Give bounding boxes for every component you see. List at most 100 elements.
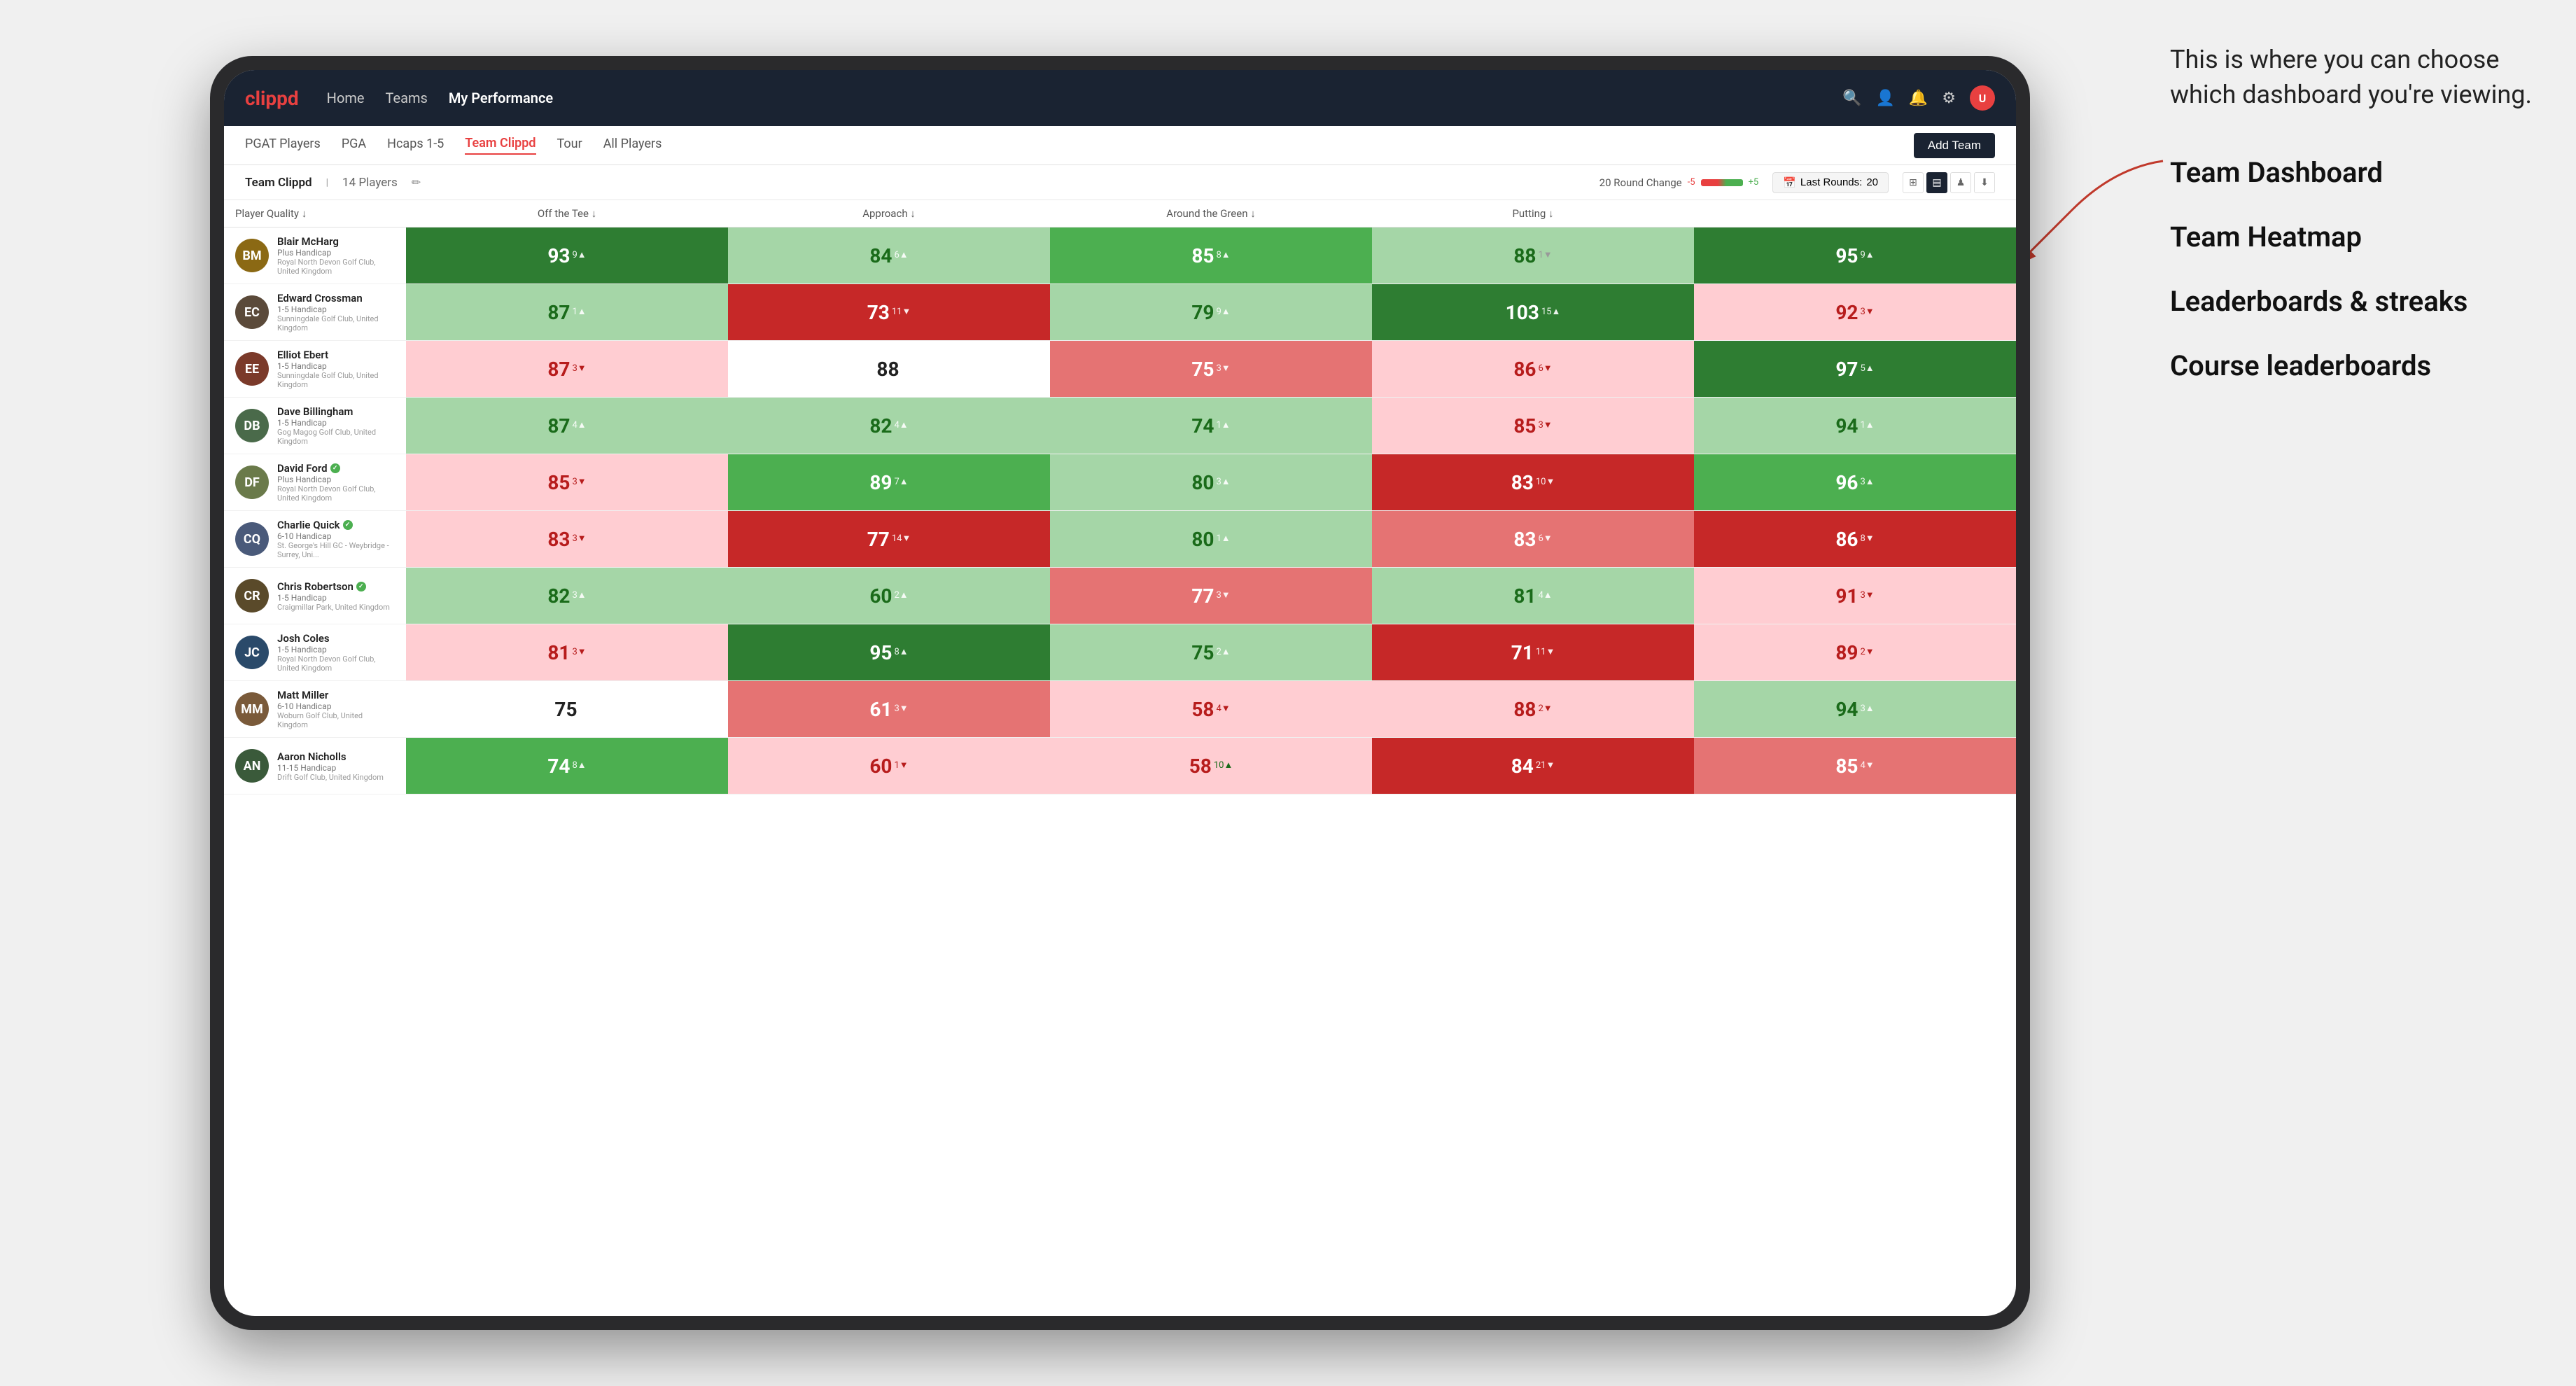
score-change: 4▲: [894, 419, 908, 430]
score-change: 3▼: [572, 646, 586, 657]
players-list: BM Blair McHarg Plus Handicap Royal Nort…: [224, 227, 2016, 1316]
view-grid-icon[interactable]: ⊞: [1903, 172, 1924, 193]
score-cell: 86 6▼: [1372, 341, 1694, 397]
player-info[interactable]: EE Elliot Ebert 1-5 Handicap Sunningdale…: [224, 341, 406, 397]
player-name: Aaron Nicholls: [277, 750, 384, 763]
score-change: 3▼: [572, 533, 586, 544]
player-avatar: CQ: [235, 522, 269, 556]
avatar[interactable]: U: [1970, 85, 1995, 111]
last-rounds-button[interactable]: 📅 Last Rounds: 20: [1772, 172, 1889, 193]
nav-logo: clippd: [245, 87, 299, 110]
player-details: David Ford ✓ Plus Handicap Royal North D…: [277, 462, 395, 503]
score-cell: 86 8▼: [1694, 511, 2016, 567]
score-cell: 58 4▼: [1050, 681, 1372, 737]
score-value: 89: [1835, 641, 1858, 664]
tab-tour[interactable]: Tour: [557, 136, 582, 154]
last-rounds-value: 20: [1866, 176, 1878, 188]
score-cell: 60 1▼: [728, 738, 1050, 794]
view-table-icon[interactable]: ▤: [1926, 172, 1947, 193]
view-more-icon[interactable]: ⬇: [1974, 172, 1995, 193]
player-club: Royal North Devon Golf Club, United King…: [277, 484, 395, 503]
score-change: 6▲: [894, 249, 908, 260]
player-info[interactable]: DF David Ford ✓ Plus Handicap Royal Nort…: [224, 454, 406, 510]
search-icon[interactable]: 🔍: [1842, 90, 1861, 107]
team-bar: Team Clippd | 14 Players ✏ 20 Round Chan…: [224, 165, 2016, 200]
score-cell: 96 3▲: [1694, 454, 2016, 510]
view-card-icon[interactable]: ♟: [1950, 172, 1971, 193]
player-name: Elliot Ebert: [277, 349, 395, 361]
score-change: 3▼: [1860, 589, 1874, 601]
player-handicap: 1-5 Handicap: [277, 304, 395, 314]
score-value: 81: [1513, 584, 1536, 608]
nav-link-home[interactable]: Home: [327, 90, 365, 106]
player-handicap: 6-10 Handicap: [277, 531, 395, 541]
score-cell: 74 1▲: [1050, 398, 1372, 454]
score-cell: 85 4▼: [1694, 738, 2016, 794]
score-change: 1▼: [1538, 249, 1552, 260]
score-value: 85: [1191, 244, 1214, 267]
score-cell: 88: [728, 341, 1050, 397]
score-value: 82: [547, 584, 570, 608]
score-cell: 60 2▲: [728, 568, 1050, 624]
score-value: 83: [1511, 471, 1534, 494]
player-details: Elliot Ebert 1-5 Handicap Sunningdale Go…: [277, 349, 395, 389]
nav-icons: 🔍 👤 🔔 ⚙ U: [1842, 85, 1995, 111]
player-info[interactable]: BM Blair McHarg Plus Handicap Royal Nort…: [224, 227, 406, 284]
player-info[interactable]: JC Josh Coles 1-5 Handicap Royal North D…: [224, 624, 406, 680]
player-handicap: 1-5 Handicap: [277, 645, 395, 654]
score-cell: 95 8▲: [728, 624, 1050, 680]
player-handicap: 11-15 Handicap: [277, 763, 384, 773]
player-info[interactable]: DB Dave Billingham 1-5 Handicap Gog Mago…: [224, 398, 406, 454]
tab-pga[interactable]: PGA: [342, 136, 366, 154]
player-handicap: 6-10 Handicap: [277, 701, 395, 711]
score-change: 1▼: [894, 760, 908, 771]
score-change: 11▼: [1536, 646, 1555, 657]
score-value: 84: [869, 244, 892, 267]
score-change: 3▼: [1216, 363, 1230, 374]
tab-pgat-players[interactable]: PGAT Players: [245, 136, 321, 154]
player-name: Dave Billingham: [277, 405, 395, 418]
add-team-button[interactable]: Add Team: [1914, 133, 1995, 158]
nav-link-teams[interactable]: Teams: [386, 90, 428, 106]
settings-icon[interactable]: ⚙: [1942, 90, 1956, 107]
score-change: 5▲: [1860, 363, 1874, 374]
score-change: 9▲: [1216, 306, 1230, 317]
player-info[interactable]: AN Aaron Nicholls 11-15 Handicap Drift G…: [224, 738, 406, 794]
score-change: 11▼: [892, 306, 911, 317]
player-name: Edward Crossman: [277, 292, 395, 304]
score-change: 1▲: [1216, 419, 1230, 430]
player-info[interactable]: CQ Charlie Quick ✓ 6-10 Handicap St. Geo…: [224, 511, 406, 567]
score-change: 1▲: [572, 306, 586, 317]
col-approach: Approach ↓: [728, 200, 1050, 227]
score-cell: 93 9▲: [406, 227, 728, 284]
score-cell: 79 9▲: [1050, 284, 1372, 340]
score-cell: 84 21▼: [1372, 738, 1694, 794]
nav-link-my-performance[interactable]: My Performance: [449, 90, 553, 106]
score-cell: 81 4▲: [1372, 568, 1694, 624]
tab-hcaps[interactable]: Hcaps 1-5: [387, 136, 444, 154]
score-cell: 103 15▲: [1372, 284, 1694, 340]
score-change: 3▼: [1538, 419, 1552, 430]
annotation-item-3: Leaderboards & streaks: [2170, 284, 2534, 320]
score-value: 73: [867, 301, 890, 324]
player-info[interactable]: CR Chris Robertson ✓ 1-5 Handicap Craigm…: [224, 568, 406, 624]
player-info[interactable]: EC Edward Crossman 1-5 Handicap Sunningd…: [224, 284, 406, 340]
user-icon[interactable]: 👤: [1875, 90, 1894, 107]
table-row: DB Dave Billingham 1-5 Handicap Gog Mago…: [224, 398, 2016, 454]
score-change: 3▼: [1216, 589, 1230, 601]
score-value: 79: [1191, 301, 1214, 324]
edit-icon[interactable]: ✏: [412, 176, 421, 189]
tab-team-clippd[interactable]: Team Clippd: [465, 136, 536, 155]
score-change: 3▲: [1860, 476, 1874, 487]
score-value: 94: [1835, 698, 1858, 721]
bell-icon[interactable]: 🔔: [1909, 90, 1928, 107]
player-info[interactable]: MM Matt Miller 6-10 Handicap Woburn Golf…: [224, 681, 406, 737]
score-value: 88: [1513, 698, 1536, 721]
player-details: Blair McHarg Plus Handicap Royal North D…: [277, 235, 395, 276]
tab-all-players[interactable]: All Players: [603, 136, 662, 154]
player-club: Craigmillar Park, United Kingdom: [277, 603, 390, 612]
score-cell: 84 6▲: [728, 227, 1050, 284]
player-details: Edward Crossman 1-5 Handicap Sunningdale…: [277, 292, 395, 332]
player-handicap: 1-5 Handicap: [277, 418, 395, 428]
score-value: 86: [1513, 358, 1536, 381]
